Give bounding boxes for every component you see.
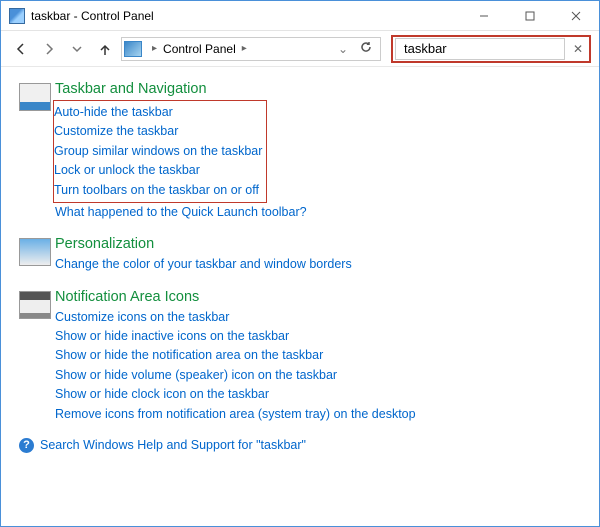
section-personalization: Personalization Change the color of your… <box>19 236 581 274</box>
notification-icon <box>19 291 51 319</box>
taskbar-icon <box>19 83 51 111</box>
navigation-bar: ▸ Control Panel ▸ ⌄ ✕ <box>1 31 599 67</box>
search-highlight-box: ✕ <box>391 35 591 63</box>
chevron-right-icon[interactable]: ▸ <box>238 43 251 54</box>
section-title[interactable]: Personalization <box>55 236 581 252</box>
refresh-button[interactable] <box>354 41 378 56</box>
section-title[interactable]: Notification Area Icons <box>55 289 581 305</box>
close-button[interactable] <box>553 1 599 31</box>
back-button[interactable] <box>9 37 33 61</box>
link-customize-icons[interactable]: Customize icons on the taskbar <box>55 308 581 327</box>
help-text: Search Windows Help and Support for "tas… <box>40 438 306 452</box>
search-input[interactable] <box>402 40 558 57</box>
section-title[interactable]: Taskbar and Navigation <box>55 81 581 97</box>
link-show-hide-inactive[interactable]: Show or hide inactive icons on the taskb… <box>55 327 581 346</box>
breadcrumb-segment[interactable]: Control Panel <box>161 42 238 56</box>
forward-button[interactable] <box>37 37 61 61</box>
search-box[interactable] <box>395 38 565 60</box>
address-bar[interactable]: ▸ Control Panel ▸ ⌄ <box>121 37 381 61</box>
section-taskbar-navigation: Taskbar and Navigation Auto-hide the tas… <box>19 81 581 222</box>
link-show-hide-volume[interactable]: Show or hide volume (speaker) icon on th… <box>55 366 581 385</box>
minimize-button[interactable] <box>461 1 507 31</box>
control-panel-icon <box>124 41 142 57</box>
link-show-hide-notification-area[interactable]: Show or hide the notification area on th… <box>55 346 581 365</box>
link-turn-toolbars-on-off[interactable]: Turn toolbars on the taskbar on or off <box>54 181 262 200</box>
link-customize-taskbar[interactable]: Customize the taskbar <box>54 122 262 141</box>
link-change-taskbar-color[interactable]: Change the color of your taskbar and win… <box>55 255 581 274</box>
link-show-hide-clock[interactable]: Show or hide clock icon on the taskbar <box>55 385 581 404</box>
results-area: Taskbar and Navigation Auto-hide the tas… <box>1 67 599 526</box>
help-icon: ? <box>19 438 34 453</box>
app-icon <box>9 8 25 24</box>
help-search-link[interactable]: ? Search Windows Help and Support for "t… <box>19 438 581 453</box>
highlighted-links-box: Auto-hide the taskbar Customize the task… <box>53 100 267 203</box>
link-lock-unlock-taskbar[interactable]: Lock or unlock the taskbar <box>54 161 262 180</box>
up-button[interactable] <box>93 37 117 61</box>
section-notification-area: Notification Area Icons Customize icons … <box>19 289 581 424</box>
address-dropdown-icon[interactable]: ⌄ <box>332 42 354 56</box>
personalization-icon <box>19 238 51 266</box>
titlebar[interactable]: taskbar - Control Panel <box>1 1 599 31</box>
link-auto-hide-taskbar[interactable]: Auto-hide the taskbar <box>54 103 262 122</box>
chevron-right-icon[interactable]: ▸ <box>148 43 161 54</box>
recent-locations-button[interactable] <box>65 37 89 61</box>
link-remove-tray-icons[interactable]: Remove icons from notification area (sys… <box>55 405 581 424</box>
window-frame: taskbar - Control Panel ▸ Control Panel <box>0 0 600 527</box>
link-group-similar-windows[interactable]: Group similar windows on the taskbar <box>54 142 262 161</box>
clear-search-icon[interactable]: ✕ <box>567 42 589 56</box>
link-quick-launch-faq[interactable]: What happened to the Quick Launch toolba… <box>55 203 581 222</box>
maximize-button[interactable] <box>507 1 553 31</box>
window-title: taskbar - Control Panel <box>31 9 154 23</box>
